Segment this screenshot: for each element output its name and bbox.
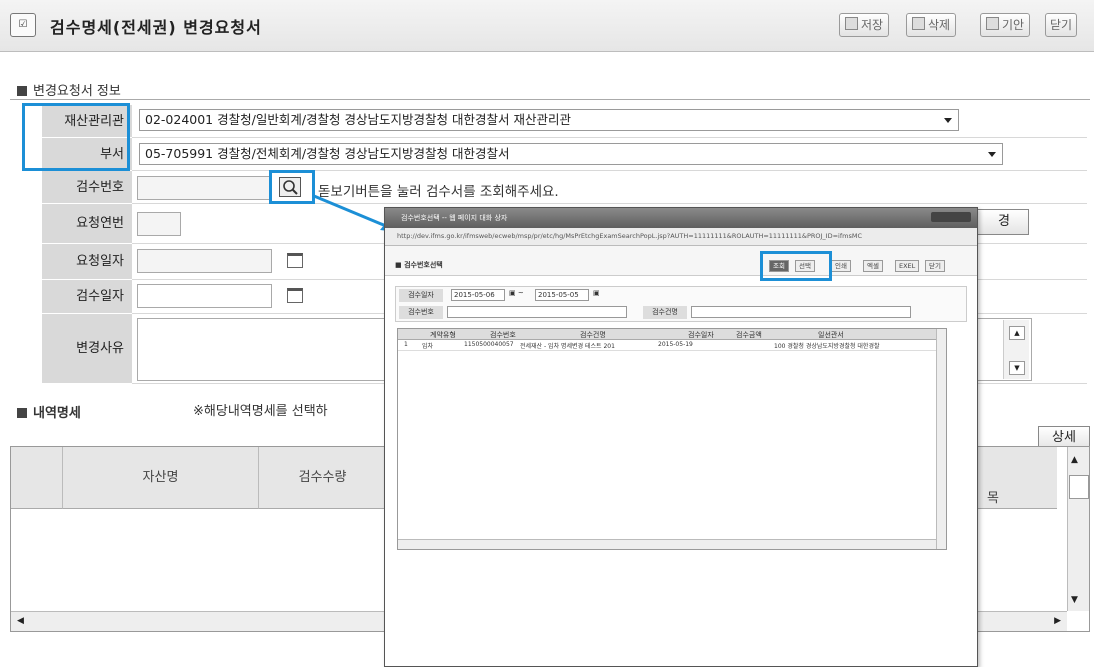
page-title: 검수명세(전세권) 변경요청서	[50, 18, 262, 37]
request-date-label: 요청일자	[42, 244, 132, 280]
scroll-up-icon[interactable]: ▲	[1071, 455, 1078, 465]
scroll-thumb[interactable]	[1069, 475, 1089, 499]
form-icon: ☑	[10, 13, 36, 37]
chevron-down-icon	[988, 152, 996, 157]
result-header-contract-type: 계약유형	[430, 331, 456, 339]
close-button[interactable]: 닫기	[1045, 13, 1078, 37]
trash-icon	[912, 17, 925, 30]
request-seq-label: 요청연번	[42, 204, 132, 244]
bullet-icon	[17, 408, 27, 418]
result-header-amount: 검수금액	[736, 331, 762, 339]
table-row[interactable]: 1 임차 1150500040057 전세재산 - 임차 명세변경 테스트 20…	[398, 341, 946, 351]
popup-print-button[interactable]: 인쇄	[831, 260, 851, 272]
grid-header-quantity: 검수수량	[259, 447, 387, 509]
result-header-inspection-date: 검수일자	[688, 331, 714, 339]
inspection-date-label: 검수일자	[42, 280, 132, 314]
popup-vertical-scrollbar[interactable]	[936, 329, 946, 549]
bullet-icon	[17, 86, 27, 96]
draft-icon	[986, 17, 999, 30]
popup-header	[385, 246, 977, 276]
scroll-down-icon[interactable]: ▼	[1071, 595, 1078, 605]
filter-name-label: 검수건명	[643, 306, 687, 319]
grid-header-fragment: 목	[987, 491, 999, 506]
popup-excel-button[interactable]: 엑셀	[863, 260, 883, 272]
section-divider	[10, 99, 1090, 100]
popup-excel2-button[interactable]: EXEL	[895, 260, 920, 272]
filter-date-from[interactable]: 2015-05-06	[451, 289, 505, 301]
inspection-no-input[interactable]	[137, 176, 272, 200]
save-button[interactable]: 저장	[839, 13, 890, 37]
inspection-search-popup: 검수번호선택 -- 웹 페이지 대화 상자 http://dev.ifms.go…	[384, 207, 978, 667]
change-reason-label: 변경사유	[42, 314, 132, 384]
textarea-scrollbar[interactable]: ▲ ▼	[1003, 320, 1029, 379]
detail-note: ※해당내역명세를 선택하	[193, 404, 328, 419]
filter-date-label: 검수일자	[399, 289, 443, 302]
section-info-title: 변경요청서 정보	[17, 80, 121, 99]
grid-header-asset-name: 자산명	[63, 447, 259, 509]
calendar-icon[interactable]: ▣ ~	[509, 289, 524, 297]
grid-vertical-scrollbar[interactable]: ▲ ▼	[1067, 447, 1089, 611]
scroll-left-icon[interactable]: ◀	[17, 616, 24, 626]
calendar-icon[interactable]	[287, 253, 303, 268]
scroll-up-icon[interactable]: ▲	[1009, 326, 1025, 340]
asset-manager-select[interactable]: 02-024001 경찰청/일반회계/경찰청 경상남도지방경찰청 대한경찰서 재…	[139, 109, 959, 131]
popup-url-bar: http://dev.ifms.go.kr/ifmsweb/ecweb/msp/…	[385, 228, 977, 246]
save-icon	[845, 17, 858, 30]
label-highlight-box	[22, 103, 130, 171]
scroll-right-icon[interactable]: ▶	[1054, 616, 1061, 626]
request-seq-input[interactable]	[137, 212, 181, 236]
draft-button[interactable]: 기안	[980, 13, 1031, 37]
result-header-inspection-name: 검수건명	[580, 331, 606, 339]
result-table-header	[398, 329, 946, 340]
result-header-inspection-no: 검수번호	[490, 331, 516, 339]
popup-horizontal-scrollbar[interactable]	[398, 539, 936, 549]
popup-result-table: 계약유형 검수번호 검수건명 검수일자 검수금액 일선관서 1 임차 11505…	[397, 328, 947, 550]
inspection-no-label: 검수번호	[42, 171, 132, 204]
scroll-down-icon[interactable]: ▼	[1009, 361, 1025, 375]
select-highlight-box	[760, 251, 832, 281]
chevron-down-icon	[944, 118, 952, 123]
filter-no-label: 검수번호	[399, 306, 443, 319]
result-header-office: 일선관서	[818, 331, 844, 339]
popup-close-button[interactable]: 닫기	[925, 260, 945, 272]
filter-name-input[interactable]	[691, 306, 911, 318]
department-select[interactable]: 05-705991 경찰청/전체회계/경찰청 경상남도지방경찰청 대한경찰서	[139, 143, 1003, 165]
window-controls[interactable]	[931, 212, 971, 222]
delete-button[interactable]: 삭제	[906, 13, 957, 37]
request-date-input[interactable]	[137, 249, 272, 273]
inspection-date-input[interactable]	[137, 284, 272, 308]
filter-date-to[interactable]: 2015-05-05	[535, 289, 589, 301]
calendar-icon[interactable]: ▣	[593, 289, 600, 297]
popup-heading: ■ 검수번호선택	[395, 261, 443, 269]
filter-no-input[interactable]	[447, 306, 627, 318]
section-detail-title: 내역명세	[17, 402, 81, 421]
popup-title-bar: 검수번호선택 -- 웹 페이지 대화 상자	[385, 208, 977, 228]
calendar-icon[interactable]	[287, 288, 303, 303]
grid-select-header	[11, 447, 63, 509]
